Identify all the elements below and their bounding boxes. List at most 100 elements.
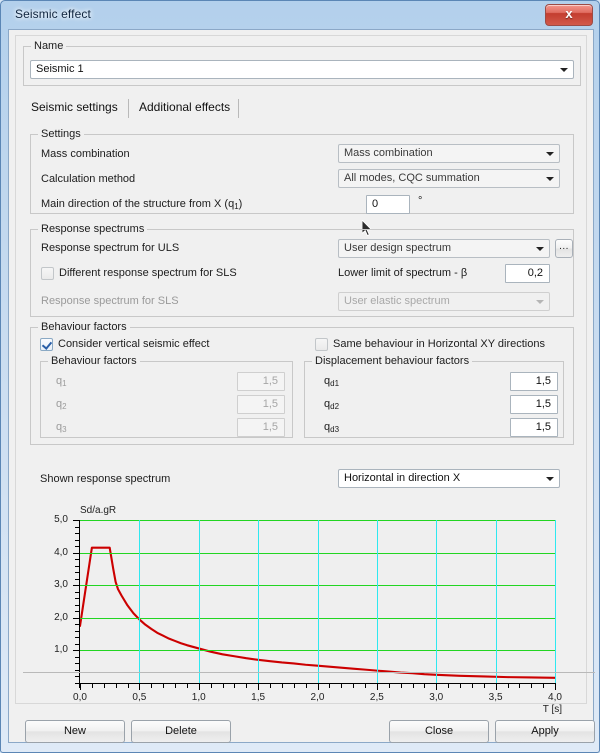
lower-limit-input[interactable]: 0,2 — [505, 264, 550, 283]
chart-xtick-minor — [305, 684, 307, 688]
calculation-method-label: Calculation method — [41, 173, 136, 185]
chart-xtick-major — [258, 684, 260, 690]
qd2-sub: d2 — [330, 402, 340, 411]
chart-ytick-minor — [75, 539, 80, 541]
close-icon: x — [565, 6, 573, 21]
main-direction-input[interactable]: 0 — [366, 195, 410, 214]
calculation-method-value: All modes, CQC summation — [344, 172, 480, 184]
chart-xtick-label: 4,0 — [548, 692, 562, 703]
chart-ytick-minor — [75, 669, 80, 671]
chart-ytick-minor — [75, 572, 80, 574]
tab-seismic-settings[interactable]: Seismic settings — [23, 98, 126, 119]
uls-spectrum-browse-button[interactable]: ... — [555, 239, 573, 258]
qd1-input[interactable]: 1,5 — [510, 372, 558, 391]
name-group-legend: Name — [31, 40, 67, 52]
q1-value: 1,5 — [262, 375, 278, 387]
chart-ytick-minor — [75, 611, 80, 613]
qd2-input[interactable]: 1,5 — [510, 395, 558, 414]
chart-xtick-minor — [210, 684, 212, 688]
chart-xtick-major — [80, 684, 81, 690]
mass-combination-label: Mass combination — [41, 148, 130, 160]
chart-ytick-minor — [75, 598, 80, 600]
close-window-button[interactable]: x — [545, 4, 593, 26]
response-spectrums-legend: Response spectrums — [38, 223, 148, 235]
chart-gridline-v — [377, 520, 378, 683]
same-behaviour-checkbox[interactable] — [315, 338, 328, 351]
chart-xtick-minor — [270, 684, 271, 688]
sls-spectrum-value: User elastic spectrum — [344, 295, 450, 307]
shown-spectrum-label: Shown response spectrum — [40, 473, 171, 485]
chart-xtick-minor — [163, 684, 165, 688]
shown-spectrum-value: Horizontal in direction X — [344, 472, 461, 484]
chart-ytick-minor — [75, 643, 80, 645]
chart-xtick-minor — [341, 684, 343, 688]
footer-separator — [23, 672, 595, 673]
chart-xtick-minor — [448, 684, 450, 688]
lower-limit-value: 0,2 — [527, 267, 543, 279]
chart-xtick-label: 1,0 — [191, 692, 206, 703]
consider-vertical-checkbox[interactable] — [40, 338, 53, 351]
q2-input: 1,5 — [237, 395, 285, 414]
chart-xtick-minor — [281, 684, 283, 688]
chart-xtick-major — [555, 684, 556, 690]
main-direction-label-sub: 1 — [234, 202, 239, 211]
shown-spectrum-combobox[interactable]: Horizontal in direction X — [338, 469, 560, 488]
uls-spectrum-combobox[interactable]: User design spectrum — [338, 239, 550, 258]
chart-xtick-minor — [293, 684, 295, 688]
chart-xtick-minor — [400, 684, 402, 688]
chart-ytick-minor — [75, 637, 80, 639]
qd1-label: qd1 — [324, 375, 339, 388]
qd1-value: 1,5 — [535, 375, 551, 387]
tab-additional-effects[interactable]: Additional effects — [131, 98, 239, 119]
chart-xtick-minor — [91, 684, 93, 688]
main-direction-label: Main direction of the structure from X (… — [41, 198, 243, 211]
apply-button[interactable]: Apply — [495, 720, 595, 743]
window-title: Seismic effect — [15, 7, 91, 21]
response-spectrum-chart: Sd/a.gR T [s] 1,0 2,0 3,0 4,0 5,0 0,0 0,5 1,0 1,… — [34, 505, 564, 715]
main-direction-label-pre: Main direction of the structure from X (… — [41, 198, 235, 210]
chart-xtick-label: 2,0 — [310, 692, 325, 703]
mass-combination-combobox[interactable]: Mass combination — [338, 144, 560, 163]
behaviour-factors-legend: Behaviour factors — [38, 321, 130, 333]
chart-ytick-label: 5,0 — [54, 514, 68, 525]
q3-value: 1,5 — [262, 421, 278, 433]
dialog-content-panel: Name Seismic 1 Seismic settings Addition… — [15, 35, 595, 715]
q1-sub: 1 — [62, 379, 67, 388]
name-combobox-value: Seismic 1 — [36, 63, 84, 75]
q2-value: 1,5 — [262, 398, 278, 410]
chart-xtick-label: 0,5 — [132, 692, 147, 703]
main-direction-label-post: ) — [238, 198, 243, 210]
chart-xtick-minor — [531, 684, 533, 688]
chart-ytick-label: 4,0 — [54, 546, 68, 558]
name-combobox[interactable]: Seismic 1 — [30, 60, 574, 79]
qd2-label: qd2 — [324, 398, 340, 411]
chart-y-axis-title: Sd/a.gR — [80, 505, 117, 516]
different-sls-checkbox[interactable] — [41, 267, 54, 280]
chart-ytick-minor — [75, 604, 80, 606]
chart-xtick-minor — [388, 684, 390, 688]
q2-label: q2 — [56, 398, 67, 411]
chart-xtick-minor — [543, 684, 545, 688]
calculation-method-combobox[interactable]: All modes, CQC summation — [338, 169, 560, 188]
chevron-down-icon — [536, 300, 544, 304]
chart-xtick-minor — [329, 684, 331, 688]
chart-ytick-label: 2,0 — [54, 611, 68, 623]
chart-xtick-minor — [460, 684, 461, 688]
delete-button[interactable]: Delete — [131, 720, 231, 743]
chart-gridline-v — [496, 520, 497, 683]
chart-xtick-minor — [424, 684, 426, 688]
chart-plot-area — [80, 520, 556, 683]
chart-xtick-minor — [246, 684, 248, 688]
lower-limit-label: Lower limit of spectrum - β — [338, 267, 468, 279]
chart-xtick-label: 3,5 — [488, 692, 503, 703]
qd2-value: 1,5 — [535, 398, 551, 410]
close-button[interactable]: Close — [389, 720, 489, 743]
consider-vertical-label: Consider vertical seismic effect — [58, 338, 210, 350]
new-button[interactable]: New — [25, 720, 125, 743]
chart-ytick-minor — [75, 565, 80, 567]
chart-xtick-major — [139, 684, 141, 690]
qd3-input[interactable]: 1,5 — [510, 418, 558, 437]
chart-xtick-minor — [175, 684, 176, 688]
tab-strip: Seismic settings Additional effects — [23, 98, 581, 120]
chart-xtick-minor — [115, 684, 117, 688]
